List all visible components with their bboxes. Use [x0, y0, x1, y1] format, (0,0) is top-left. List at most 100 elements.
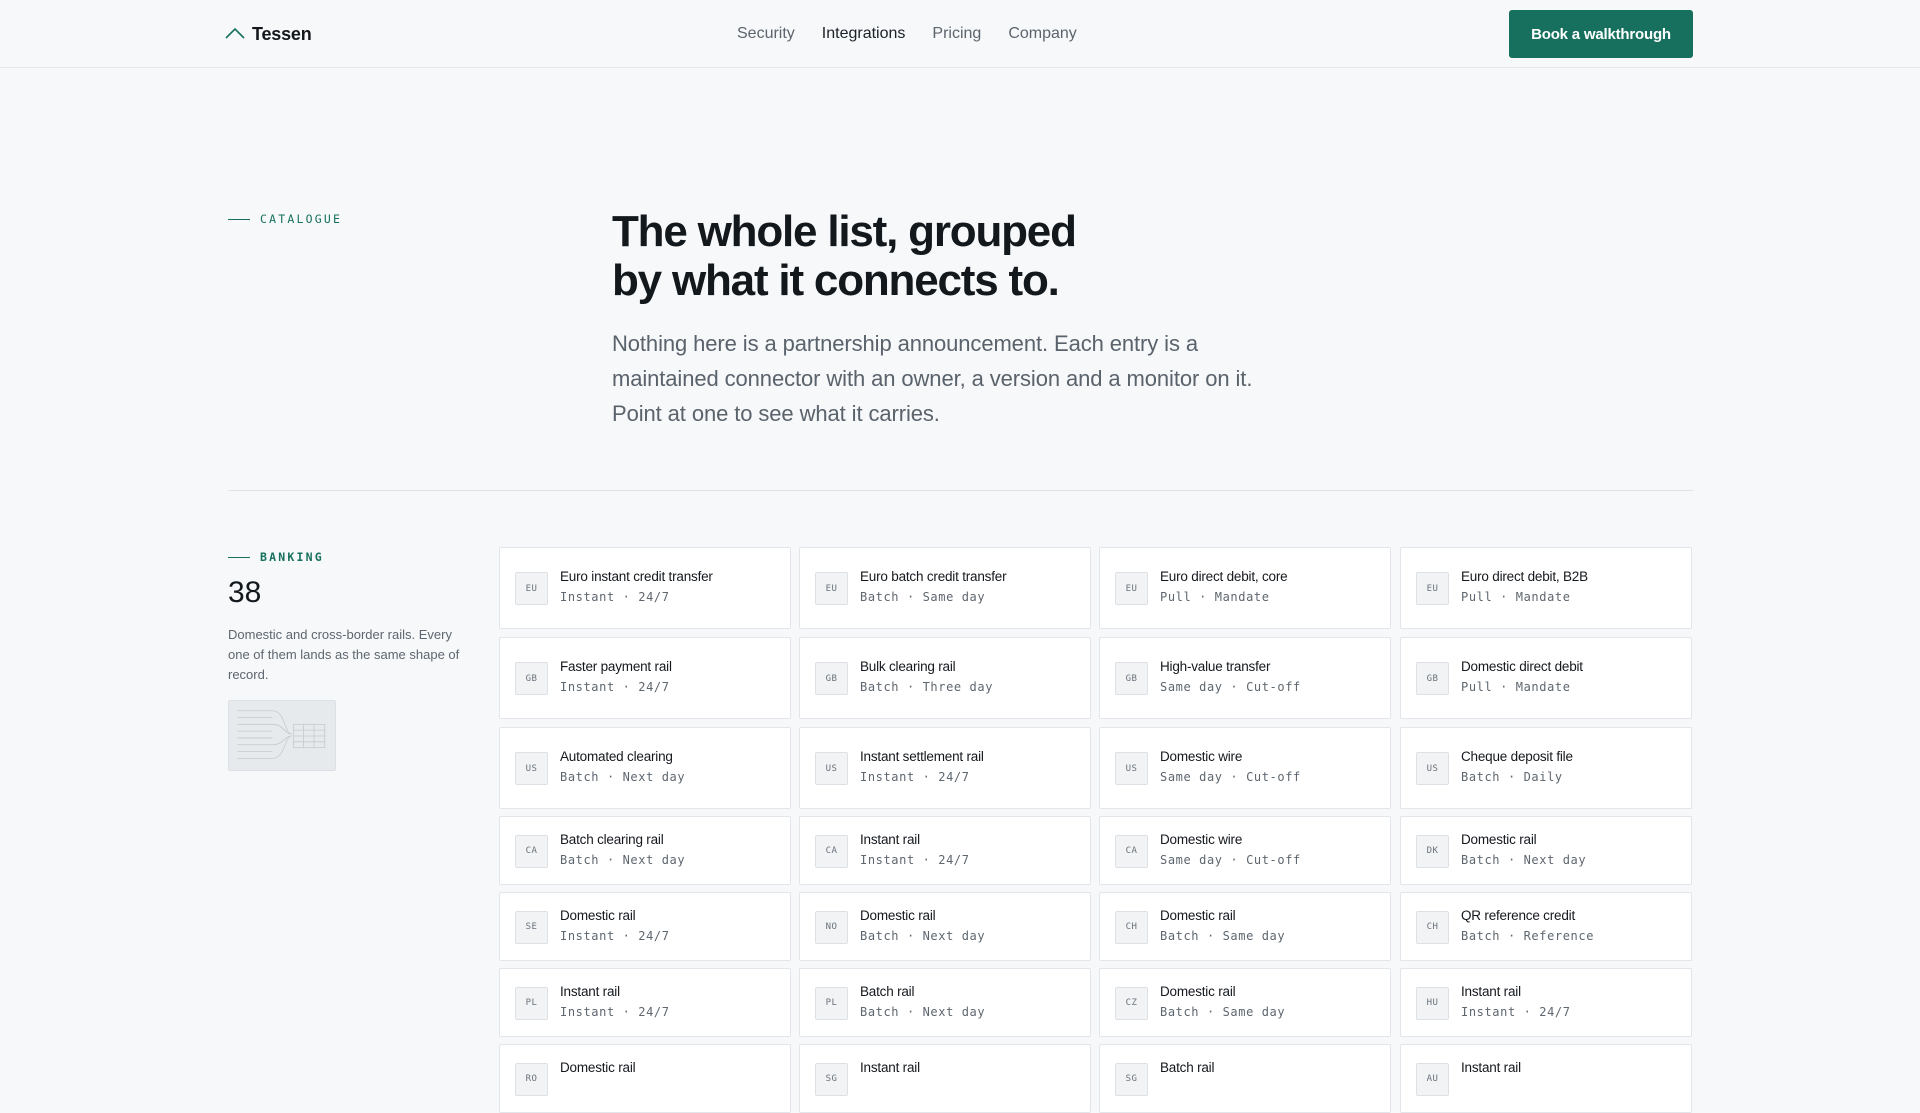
connector-card[interactable]: GB High-value transfer Same day · Cut-off: [1099, 637, 1391, 719]
connector-card[interactable]: GB Domestic direct debit Pull · Mandate: [1400, 637, 1692, 719]
connector-title: Automated clearing: [560, 749, 673, 764]
connector-card[interactable]: US Domestic wire Same day · Cut-off: [1099, 727, 1391, 809]
nav-link-security[interactable]: Security: [737, 25, 795, 43]
connector-title: Faster payment rail: [560, 659, 672, 674]
connector-card[interactable]: SG Batch rail: [1099, 1044, 1391, 1113]
connector-region-badge: CA: [1115, 834, 1148, 868]
connector-meta: Instant · 24/7: [560, 928, 670, 943]
top-nav-bar: Tessen Security Integrations Pricing Com…: [0, 0, 1920, 68]
connector-title: Domestic rail: [560, 1059, 636, 1075]
connector-title: Euro direct debit, core: [1160, 569, 1288, 584]
connector-card[interactable]: US Instant settlement rail Instant · 24/7: [799, 727, 1091, 809]
connector-region-badge: NO: [815, 910, 848, 944]
banking-diagram-thumbnail[interactable]: [228, 700, 336, 771]
connector-title: Domestic rail: [1160, 983, 1236, 999]
connector-meta: Batch · Next day: [1461, 852, 1587, 867]
connector-card[interactable]: HU Instant rail Instant · 24/7: [1400, 968, 1692, 1037]
connector-region-badge: CA: [815, 834, 848, 868]
connector-meta: Same day · Cut-off: [1160, 770, 1301, 784]
connector-region-badge: HU: [1416, 986, 1449, 1020]
connector-meta: Batch · Same day: [1160, 1004, 1286, 1019]
connector-region-badge: GB: [1416, 662, 1449, 695]
connector-meta: Batch · Next day: [860, 1004, 986, 1019]
connector-title: Instant rail: [860, 831, 920, 847]
connector-card[interactable]: CZ Domestic rail Batch · Same day: [1099, 968, 1391, 1037]
connector-region-badge: EU: [1115, 572, 1148, 605]
connector-region-badge: RO: [515, 1062, 548, 1096]
connector-title: Domestic rail: [1160, 907, 1236, 923]
connector-card[interactable]: CA Domestic wire Same day · Cut-off: [1099, 816, 1391, 885]
connector-region-badge: US: [815, 752, 848, 785]
connector-title: Instant rail: [1461, 983, 1521, 999]
connector-card[interactable]: EU Euro instant credit transfer Instant · …: [499, 547, 791, 629]
connector-title: High-value transfer: [1160, 659, 1271, 674]
eyebrow-rule: [228, 218, 250, 220]
connector-title: Domestic rail: [860, 907, 936, 923]
connector-meta: Same day · Cut-off: [1160, 852, 1301, 867]
connector-meta: Instant · 24/7: [1461, 1004, 1571, 1019]
connector-card[interactable]: CH Domestic rail Batch · Same day: [1099, 892, 1391, 961]
banking-connector-count: 38: [228, 576, 262, 609]
connector-region-badge: EU: [815, 572, 848, 605]
connector-title: Euro direct debit, B2B: [1461, 569, 1588, 584]
connector-region-badge: PL: [515, 986, 548, 1020]
nav-link-integrations[interactable]: Integrations: [822, 25, 906, 43]
connector-meta: Pull · Mandate: [1461, 680, 1571, 694]
brand-logo-link[interactable]: Tessen: [224, 18, 312, 50]
connector-card[interactable]: GB Bulk clearing rail Batch · Three day: [799, 637, 1091, 719]
nav-link-pricing[interactable]: Pricing: [932, 25, 981, 43]
connector-title: Instant settlement rail: [860, 749, 984, 764]
connector-card[interactable]: PL Instant rail Instant · 24/7: [499, 968, 791, 1037]
banking-eyebrow-label: BANKING: [260, 550, 324, 564]
connector-card[interactable]: NO Domestic rail Batch · Next day: [799, 892, 1091, 961]
connector-meta: Batch · Three day: [860, 680, 994, 694]
brand-mark-icon: [225, 27, 245, 39]
banking-eyebrow: BANKING: [228, 550, 324, 564]
connector-card[interactable]: RO Domestic rail: [499, 1044, 791, 1113]
catalogue-eyebrow-label: CATALOGUE: [260, 212, 343, 226]
nav-link-company[interactable]: Company: [1008, 25, 1076, 43]
connector-meta: Pull · Mandate: [1461, 590, 1571, 604]
connector-title: Bulk clearing rail: [860, 659, 956, 674]
record-diagram-icon: [237, 710, 326, 759]
connector-card[interactable]: CH QR reference credit Batch · Reference: [1400, 892, 1692, 961]
connector-card[interactable]: US Cheque deposit file Batch · Daily: [1400, 727, 1692, 809]
connector-card[interactable]: AU Instant rail: [1400, 1044, 1692, 1113]
connector-region-badge: US: [1115, 752, 1148, 785]
connector-meta: Same day · Cut-off: [1160, 680, 1301, 694]
connector-region-badge: US: [1416, 752, 1449, 785]
connector-card[interactable]: EU Euro direct debit, core Pull · Mandate: [1099, 547, 1391, 629]
eyebrow-rule: [228, 556, 250, 558]
connector-region-badge: CZ: [1115, 986, 1148, 1020]
connector-card[interactable]: SE Domestic rail Instant · 24/7: [499, 892, 791, 961]
banking-description: Domestic and cross-border rails. Every o…: [228, 627, 460, 682]
connector-region-badge: DK: [1416, 834, 1449, 868]
connector-card[interactable]: CA Instant rail Instant · 24/7: [799, 816, 1091, 885]
connector-card[interactable]: DK Domestic rail Batch · Next day: [1400, 816, 1692, 885]
connector-region-badge: CA: [515, 834, 548, 868]
page-title: The whole list, grouped by what it conne…: [612, 207, 1172, 305]
connector-title: Batch clearing rail: [560, 831, 664, 847]
connector-card[interactable]: EU Euro batch credit transfer Batch · Same…: [799, 547, 1091, 629]
connector-card[interactable]: SG Instant rail: [799, 1044, 1091, 1113]
connector-meta: Instant · 24/7: [860, 852, 970, 867]
connector-region-badge: GB: [1115, 662, 1148, 695]
section-divider: [228, 490, 1693, 491]
catalogue-eyebrow: CATALOGUE: [228, 212, 342, 226]
connector-region-badge: SG: [1115, 1062, 1148, 1096]
connector-meta: Batch · Same day: [1160, 928, 1286, 943]
connector-card[interactable]: PL Batch rail Batch · Next day: [799, 968, 1091, 1037]
connector-card[interactable]: CA Batch clearing rail Batch · Next day: [499, 816, 791, 885]
connector-title: Domestic wire: [1160, 831, 1243, 847]
page-lede: Nothing here is a partnership announceme…: [612, 331, 1253, 426]
connector-region-badge: PL: [815, 986, 848, 1020]
connector-title: Domestic direct debit: [1461, 659, 1583, 674]
connector-meta: Batch · Same day: [860, 590, 986, 604]
book-walkthrough-button[interactable]: Book a walkthrough: [1509, 10, 1693, 58]
connector-card[interactable]: US Automated clearing Batch · Next day: [499, 727, 791, 809]
connector-title: Cheque deposit file: [1461, 749, 1573, 764]
connector-card[interactable]: GB Faster payment rail Instant · 24/7: [499, 637, 791, 719]
connector-region-badge: EU: [1416, 572, 1449, 605]
connector-region-badge: CH: [1416, 910, 1449, 944]
connector-card[interactable]: EU Euro direct debit, B2B Pull · Mandate: [1400, 547, 1692, 629]
